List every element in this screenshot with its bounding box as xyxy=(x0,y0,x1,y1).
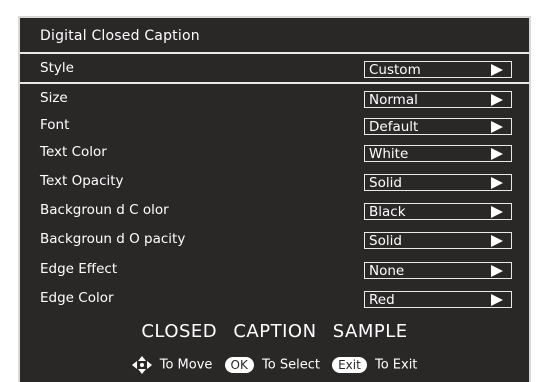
edge-effect-selector[interactable]: None xyxy=(364,262,512,279)
edge-effect-value: None xyxy=(369,263,405,279)
ok-key-badge: OK xyxy=(224,357,254,373)
right-arrow-icon xyxy=(491,265,503,277)
font-selector[interactable]: Default xyxy=(364,118,512,135)
right-arrow-icon xyxy=(491,177,503,189)
background-opacity-value: Solid xyxy=(369,233,402,249)
row-label-text-opacity: Text Opacity xyxy=(40,173,124,189)
text-color-selector[interactable]: White xyxy=(364,145,512,162)
move-hint-label: To Move xyxy=(159,357,213,373)
background-color-value: Black xyxy=(369,204,406,220)
row-label-font: Font xyxy=(40,117,70,133)
exit-key-badge: Exit xyxy=(332,357,367,373)
right-arrow-icon xyxy=(491,64,503,76)
closed-caption-menu: Digital Closed Caption Style Custom Size… xyxy=(18,16,531,382)
background-color-selector[interactable]: Black xyxy=(364,203,512,220)
edge-color-value: Red xyxy=(369,292,395,308)
four-way-arrow-icon xyxy=(131,356,152,374)
edge-color-selector[interactable]: Red xyxy=(364,291,512,308)
text-color-value: White xyxy=(369,146,409,162)
style-value: Custom xyxy=(369,62,421,78)
menu-title: Digital Closed Caption xyxy=(40,28,200,44)
right-arrow-icon xyxy=(491,121,503,133)
background-opacity-selector[interactable]: Solid xyxy=(364,232,512,249)
exit-hint-label: To Exit xyxy=(374,357,418,373)
style-selector[interactable]: Custom xyxy=(364,61,512,78)
right-arrow-icon xyxy=(491,235,503,247)
text-opacity-value: Solid xyxy=(369,175,402,191)
right-arrow-icon xyxy=(491,94,503,106)
title-divider xyxy=(20,52,529,54)
right-arrow-icon xyxy=(491,294,503,306)
row-label-background-color: Backgroun d C olor xyxy=(40,202,169,218)
row-label-edge-effect: Edge Effect xyxy=(40,261,118,277)
size-value: Normal xyxy=(369,92,418,108)
row-label-text-color: Text Color xyxy=(40,144,107,160)
right-arrow-icon xyxy=(491,206,503,218)
right-arrow-icon xyxy=(491,148,503,160)
caption-sample-preview: CLOSED CAPTION SAMPLE xyxy=(141,321,408,342)
style-divider xyxy=(20,82,529,84)
size-selector[interactable]: Normal xyxy=(364,91,512,108)
row-label-edge-color: Edge Color xyxy=(40,290,114,306)
row-label-background-opacity: Backgroun d O pacity xyxy=(40,231,186,247)
row-label-size: Size xyxy=(40,90,68,106)
row-label-style: Style xyxy=(40,60,74,76)
select-hint-label: To Select xyxy=(262,357,320,373)
footer-help-bar: To Move OK To Select Exit To Exit xyxy=(20,356,529,374)
font-value: Default xyxy=(369,119,419,135)
text-opacity-selector[interactable]: Solid xyxy=(364,174,512,191)
